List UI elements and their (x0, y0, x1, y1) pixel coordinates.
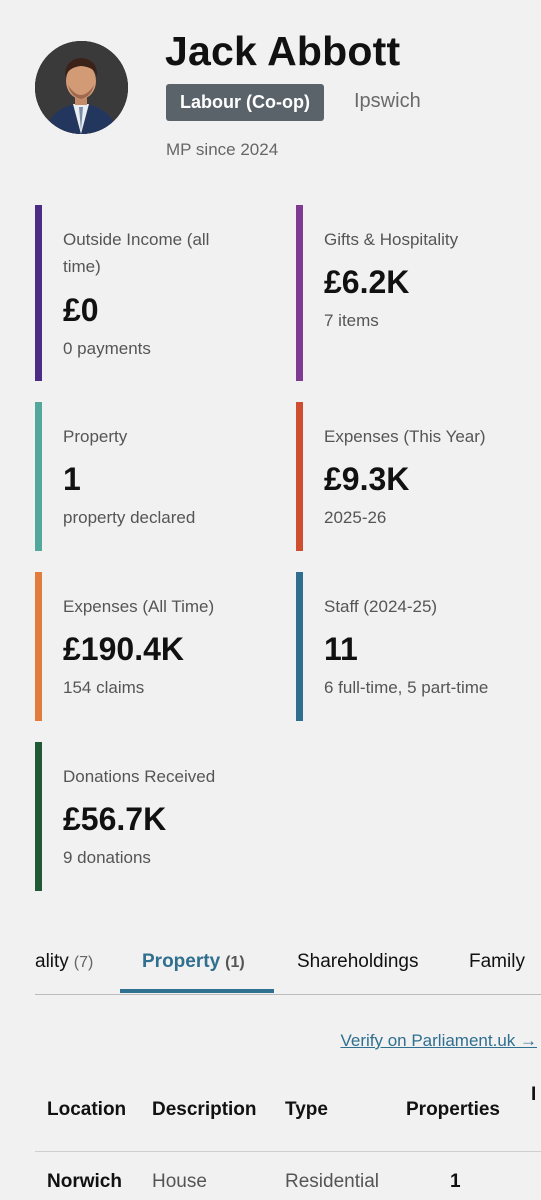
tab-shareholdings[interactable]: Shareholdings (297, 935, 419, 994)
card-label: Expenses (This Year) (324, 427, 486, 446)
card-outside-income[interactable]: Outside Income (all time) £0 0 payments (35, 205, 270, 381)
card-sub: 0 payments (63, 339, 151, 358)
card-sub: 7 items (324, 311, 379, 330)
tab-count: (7) (73, 954, 94, 971)
tab-label: ality (35, 951, 69, 972)
card-label: Staff (2024-25) (324, 597, 438, 616)
cell-properties: 1 (450, 1171, 461, 1192)
tab-label: Shareholdings (297, 951, 419, 972)
tab-count: (1) (225, 954, 245, 971)
cell-type: Residential (285, 1171, 379, 1192)
party-badge: Labour (Co-op) (166, 84, 324, 121)
tab-property[interactable]: Property (1) (142, 935, 245, 994)
verify-parliament-link[interactable]: Verify on Parliament.uk → (340, 1031, 537, 1051)
card-sub: 9 donations (63, 848, 151, 867)
card-value: £0 (63, 292, 99, 328)
column-header-properties[interactable]: Properties (406, 1099, 500, 1121)
column-header-partial[interactable]: I (531, 1084, 536, 1106)
column-header-description[interactable]: Description (152, 1099, 257, 1121)
avatar (35, 41, 128, 134)
card-sub: 2025-26 (324, 508, 387, 527)
cell-description: House (152, 1171, 207, 1192)
active-tab-indicator (120, 989, 274, 993)
property-table: Location Description Type Properties I N… (35, 1080, 541, 1200)
card-value: £190.4K (63, 631, 184, 667)
card-label: Donations Received (63, 767, 216, 786)
card-donations[interactable]: Donations Received £56.7K 9 donations (35, 742, 270, 891)
card-value: 11 (324, 631, 358, 667)
tab-bar: ality (7) Property (1) Shareholdings Famil… (35, 935, 541, 995)
card-expenses-all-time[interactable]: Expenses (All Time) £190.4K 154 claims (35, 572, 270, 721)
tab-label: Property (142, 951, 221, 972)
cell-location: Norwich (47, 1171, 122, 1192)
mp-since: MP since 2024 (166, 140, 279, 159)
card-label: Expenses (All Time) (63, 597, 215, 616)
card-label: Property (63, 427, 128, 446)
card-value: 1 (63, 461, 81, 497)
column-header-location[interactable]: Location (47, 1099, 126, 1121)
card-label: Outside Income (all time) (63, 230, 210, 276)
card-expenses-this-year[interactable]: Expenses (This Year) £9.3K 2025-26 (296, 402, 531, 551)
card-gifts-hospitality[interactable]: Gifts & Hospitality £6.2K 7 items (296, 205, 531, 381)
tab-label: Family (469, 951, 525, 972)
card-value: £56.7K (63, 801, 167, 837)
tab-family[interactable]: Family (469, 935, 525, 994)
person-photo-icon (35, 41, 128, 134)
card-sub: 154 claims (63, 678, 145, 697)
card-label: Gifts & Hospitality (324, 230, 459, 249)
card-value: £6.2K (324, 264, 410, 300)
column-header-type[interactable]: Type (285, 1099, 328, 1121)
row-divider (35, 1151, 541, 1152)
card-property[interactable]: Property 1 property declared (35, 402, 270, 551)
card-sub: 6 full-time, 5 part-time (324, 678, 489, 697)
card-sub: property declared (63, 508, 196, 527)
tab-hospitality[interactable]: ality (7) (35, 935, 94, 994)
mp-name: Jack Abbott (165, 28, 401, 74)
card-value: £9.3K (324, 461, 410, 497)
constituency: Ipswich (354, 90, 421, 112)
card-staff[interactable]: Staff (2024-25) 11 6 full-time, 5 part-t… (296, 572, 531, 721)
